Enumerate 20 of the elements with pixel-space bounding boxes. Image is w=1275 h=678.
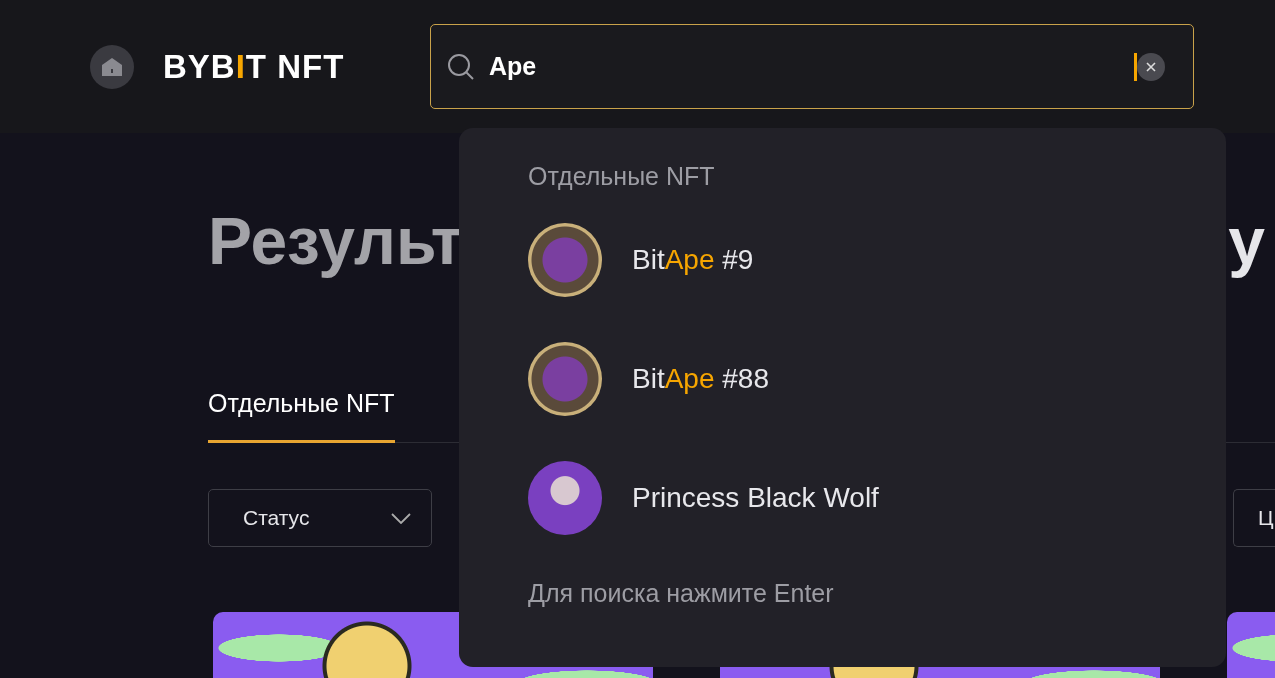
suggestion-item[interactable]: BitApe #88 xyxy=(528,342,1226,416)
home-button[interactable] xyxy=(90,44,134,89)
search-icon xyxy=(447,52,475,81)
suggestion-item[interactable]: Princess Black Wolf xyxy=(528,461,1226,535)
close-icon xyxy=(1146,61,1156,72)
chevron-down-icon xyxy=(391,512,411,524)
results-tab[interactable]: Отдельные NFT xyxy=(208,388,395,443)
house-icon xyxy=(101,56,123,77)
search-field[interactable]: Ape xyxy=(430,24,1194,109)
filter-dropdown[interactable]: Ц xyxy=(1233,489,1275,547)
nft-name: Princess Black Wolf xyxy=(632,482,879,514)
section-title: Отдельные NFT xyxy=(528,162,716,192)
nft-name: BitApe #9 xyxy=(632,244,754,276)
search-input[interactable]: Ape xyxy=(489,52,1134,81)
search-hint: Для поиска нажмите Enter xyxy=(528,579,835,608)
status-dropdown[interactable]: Статус xyxy=(208,489,432,547)
bybit-nft-logo[interactable]: BYBIT NFT xyxy=(163,47,430,86)
clear-button[interactable] xyxy=(1137,52,1165,81)
suggestion-item[interactable]: BitApe #9 xyxy=(528,223,1226,297)
nft-name: BitApe #88 xyxy=(632,363,769,395)
